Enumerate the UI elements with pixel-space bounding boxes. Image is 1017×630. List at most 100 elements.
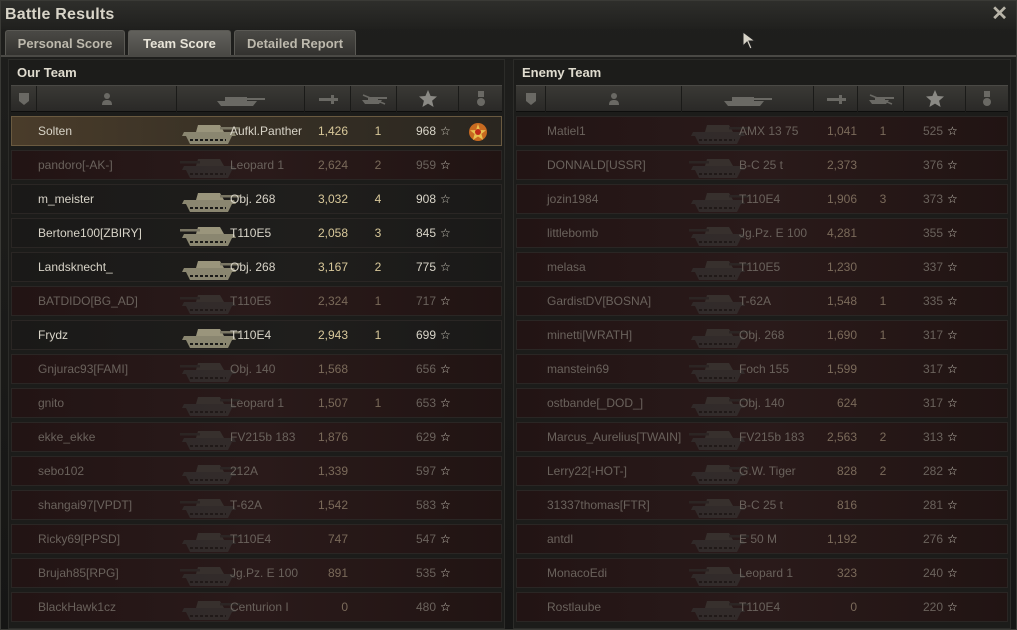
- table-row[interactable]: Rostlaube T110E4 0 220 ☆: [516, 592, 1008, 622]
- damage-value: 3,167: [317, 260, 348, 274]
- table-row[interactable]: Marcus_Aurelius[TWAIN] FV215b 183 2,563 2 31…: [516, 422, 1008, 452]
- enemy-team-title: Enemy Team: [522, 65, 602, 80]
- damage-value: 1,192: [826, 532, 857, 546]
- xp-value: 597: [415, 464, 436, 478]
- xp-value: 535: [415, 566, 436, 580]
- player-name: Bertone100[ZBIRY]: [38, 226, 142, 240]
- close-icon[interactable]: ✕: [991, 3, 1008, 25]
- platoon-icon[interactable]: [11, 86, 37, 112]
- xp-star-icon: ☆: [947, 328, 958, 342]
- tab-detailed-report[interactable]: Detailed Report: [234, 30, 356, 55]
- player-name: MonacoEdi: [547, 566, 608, 580]
- title-bar: Battle Results ✕: [1, 1, 1016, 29]
- xp-value: 373: [922, 192, 943, 206]
- damage-icon[interactable]: [814, 86, 858, 112]
- table-row[interactable]: sebo102 212A 1,339 597 ☆: [11, 456, 502, 486]
- damage-value: 828: [836, 464, 857, 478]
- table-row[interactable]: Bertone100[ZBIRY] T110E5 2,058 3 845 ☆: [11, 218, 502, 248]
- vehicle-name: Obj. 268: [230, 260, 276, 274]
- tab-team-score[interactable]: Team Score: [128, 30, 231, 55]
- table-row[interactable]: jozin1984 T110E4 1,906 3 373 ☆: [516, 184, 1008, 214]
- table-row[interactable]: minetti[WRATH] Obj. 268 1,690 1 317 ☆: [516, 320, 1008, 350]
- medal-icon[interactable]: [966, 86, 1008, 112]
- medal-icon[interactable]: [467, 121, 489, 148]
- table-row[interactable]: Brujah85[RPG] Jg.Pz. E 100 891 535 ☆: [11, 558, 502, 588]
- table-row[interactable]: manstein69 Foch 155 1,599 317 ☆: [516, 354, 1008, 384]
- medal-icon[interactable]: [459, 86, 502, 112]
- xp-star-icon[interactable]: [904, 86, 966, 112]
- player-name: shangai97[VPDT]: [38, 498, 133, 512]
- table-row[interactable]: ekke_ekke FV215b 183 1,876 629 ☆: [11, 422, 502, 452]
- player-icon[interactable]: [546, 86, 682, 112]
- vehicle-name: Jg.Pz. E 100: [739, 226, 808, 240]
- our-team-column-header: [11, 85, 502, 112]
- damage-value: 1,568: [317, 362, 348, 376]
- damage-value: 1,426: [317, 124, 348, 138]
- player-name: Gnjurac93[FAMI]: [38, 362, 129, 376]
- player-name: minetti[WRATH]: [547, 328, 633, 342]
- table-row[interactable]: BlackHawk1cz Centurion I 0 480 ☆: [11, 592, 502, 622]
- xp-value: 335: [922, 294, 943, 308]
- table-row[interactable]: Frydz T110E4 2,943 1 699 ☆: [11, 320, 502, 350]
- damage-value: 1,599: [826, 362, 857, 376]
- vehicle-name: Obj. 268: [230, 192, 276, 206]
- damage-value: 1,876: [317, 430, 348, 444]
- player-name: Matiel1: [547, 124, 586, 138]
- damage-value: 891: [327, 566, 348, 580]
- table-row[interactable]: Matiel1 AMX 13 75 1,041 1 525 ☆: [516, 116, 1008, 146]
- xp-star-icon[interactable]: [397, 86, 459, 112]
- table-row[interactable]: Solten Aufkl.Panther 1,426 1 968 ☆: [11, 116, 502, 146]
- vehicle-icon[interactable]: [177, 86, 305, 112]
- table-row[interactable]: MonacoEdi Leopard 1 323 240 ☆: [516, 558, 1008, 588]
- vehicle-name: T110E5: [230, 294, 272, 308]
- table-row[interactable]: littlebomb Jg.Pz. E 100 4,281 355 ☆: [516, 218, 1008, 248]
- xp-star-icon: ☆: [440, 396, 451, 410]
- xp-value: 376: [922, 158, 943, 172]
- kills-icon[interactable]: [858, 86, 904, 112]
- tab-divider: [1, 55, 1016, 57]
- player-icon[interactable]: [37, 86, 177, 112]
- vehicle-name: 212A: [230, 464, 259, 478]
- table-row[interactable]: Lerry22[-HOT-] G.W. Tiger 828 2 282 ☆: [516, 456, 1008, 486]
- damage-value: 2,058: [317, 226, 348, 240]
- damage-icon[interactable]: [305, 86, 351, 112]
- table-row[interactable]: Gnjurac93[FAMI] Obj. 140 1,568 656 ☆: [11, 354, 502, 384]
- xp-value: 240: [922, 566, 943, 580]
- player-name: BATDIDO[BG_AD]: [38, 294, 138, 308]
- tab-personal-score[interactable]: Personal Score: [5, 30, 125, 55]
- table-row[interactable]: ostbande[_DOD_] Obj. 140 624 317 ☆: [516, 388, 1008, 418]
- xp-star-icon: ☆: [440, 260, 451, 274]
- table-row[interactable]: pandoro[-AK-] Leopard 1 2,624 2 959 ☆: [11, 150, 502, 180]
- kills-value: 1: [879, 294, 887, 308]
- player-name: DONNALD[USSR]: [547, 158, 646, 172]
- platoon-icon[interactable]: [516, 86, 546, 112]
- player-name: Frydz: [38, 328, 68, 342]
- table-row[interactable]: melasa T110E5 1,230 337 ☆: [516, 252, 1008, 282]
- xp-star-icon: ☆: [947, 532, 958, 546]
- table-row[interactable]: antdl E 50 M 1,192 276 ☆: [516, 524, 1008, 554]
- player-name: Lerry22[-HOT-]: [547, 464, 628, 478]
- table-row[interactable]: Landsknecht_ Obj. 268 3,167 2 775 ☆: [11, 252, 502, 282]
- table-row[interactable]: m_meister Obj. 268 3,032 4 908 ☆: [11, 184, 502, 214]
- mouse-cursor-icon: [742, 31, 757, 50]
- xp-value: 313: [922, 430, 943, 444]
- damage-value: 624: [836, 396, 857, 410]
- vehicle-icon[interactable]: [682, 86, 814, 112]
- table-row[interactable]: Ricky69[PPSD] T110E4 747 547 ☆: [11, 524, 502, 554]
- table-row[interactable]: GardistDV[BOSNA] T-62A 1,548 1 335 ☆: [516, 286, 1008, 316]
- vehicle-name: T110E5: [230, 226, 272, 240]
- table-row[interactable]: gnito Leopard 1 1,507 1 653 ☆: [11, 388, 502, 418]
- player-name: Solten: [38, 124, 73, 138]
- table-row[interactable]: DONNALD[USSR] B-C 25 t 2,373 376 ☆: [516, 150, 1008, 180]
- player-name: gnito: [38, 396, 65, 410]
- kills-value: 1: [374, 294, 382, 308]
- kills-icon[interactable]: [351, 86, 397, 112]
- damage-value: 323: [836, 566, 857, 580]
- xp-value: 717: [415, 294, 436, 308]
- xp-value: 908: [415, 192, 436, 206]
- table-row[interactable]: BATDIDO[BG_AD] T110E5 2,324 1 717 ☆: [11, 286, 502, 316]
- our-team-title: Our Team: [17, 65, 77, 80]
- vehicle-name: B-C 25 t: [739, 158, 784, 172]
- table-row[interactable]: shangai97[VPDT] T-62A 1,542 583 ☆: [11, 490, 502, 520]
- table-row[interactable]: 31337thomas[FTR] B-C 25 t 816 281 ☆: [516, 490, 1008, 520]
